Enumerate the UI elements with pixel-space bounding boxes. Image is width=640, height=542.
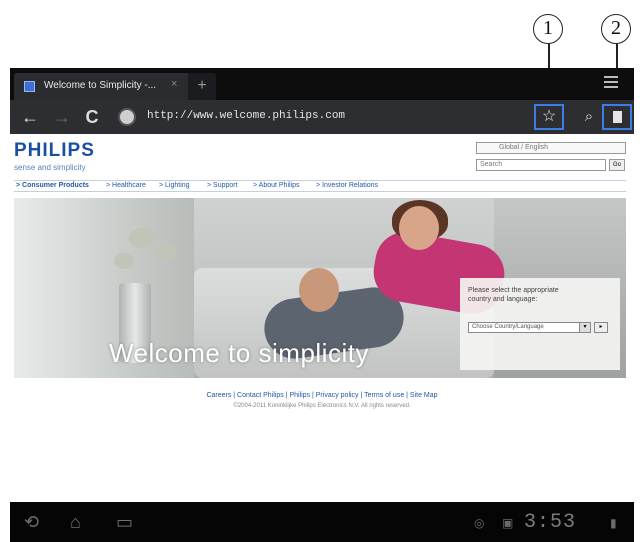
nav-support[interactable]: > Support bbox=[207, 182, 238, 189]
site-search-input[interactable]: Search bbox=[476, 159, 606, 171]
system-home-icon[interactable]: ⌂ bbox=[70, 512, 81, 533]
nav-about-philips[interactable]: > About Philips bbox=[253, 182, 300, 189]
site-globe-icon bbox=[118, 108, 136, 126]
nav-consumer-products[interactable]: > Consumer Products bbox=[16, 182, 89, 189]
site-nav: > Consumer Products > Healthcare > Light… bbox=[14, 180, 626, 192]
country-selector-panel: Please select the appropriate country an… bbox=[460, 278, 620, 370]
url-field[interactable]: http://www.welcome.philips.com bbox=[147, 110, 345, 122]
bookmark-star-button[interactable]: ☆ bbox=[534, 104, 564, 130]
country-prompt: Please select the appropriate country an… bbox=[468, 287, 559, 303]
favicon-icon bbox=[24, 81, 35, 92]
tab-title: Welcome to Simplicity -... bbox=[44, 80, 157, 91]
back-button[interactable]: ← bbox=[18, 105, 42, 129]
man-head bbox=[299, 268, 339, 312]
system-clock[interactable]: 3:53 bbox=[524, 511, 576, 534]
web-page: PHILIPS sense and simplicity Global / En… bbox=[10, 134, 634, 502]
bookmark-icon bbox=[612, 111, 622, 123]
forward-button[interactable]: → bbox=[50, 105, 74, 129]
woman-head bbox=[399, 206, 439, 250]
system-recent-apps-icon[interactable]: ▭ bbox=[116, 512, 133, 533]
nav-investor-relations[interactable]: > Investor Relations bbox=[316, 182, 378, 189]
bookmarks-button[interactable] bbox=[602, 104, 632, 130]
hero-banner: Welcome to simplicity Please select the … bbox=[14, 198, 626, 378]
tablet-screen: Welcome to Simplicity -... × + ← → C htt… bbox=[10, 68, 634, 542]
browser-tab[interactable]: Welcome to Simplicity -... × bbox=[14, 73, 190, 100]
tab-bar: Welcome to Simplicity -... × + bbox=[10, 68, 634, 100]
language-select[interactable]: Global / English bbox=[476, 142, 626, 154]
footer-copyright: ©2004-2011 Koninklijke Philips Electroni… bbox=[233, 403, 411, 409]
notification-icon[interactable]: ◎ bbox=[474, 516, 484, 530]
system-bar: ⟲ ⌂ ▭ ◎ ▣ 3:53 ▮ bbox=[10, 502, 634, 542]
screenshot-icon[interactable]: ▣ bbox=[502, 516, 513, 530]
site-search-go-button[interactable]: Go bbox=[609, 159, 625, 171]
plant-leaf bbox=[114, 253, 134, 269]
system-back-icon[interactable]: ⟲ bbox=[24, 512, 39, 533]
tagline: sense and simplicity bbox=[14, 163, 86, 172]
callout-2: 2 bbox=[601, 14, 631, 44]
country-go-button[interactable]: ▸ bbox=[594, 322, 608, 333]
hero-headline: Welcome to simplicity bbox=[109, 338, 369, 368]
search-button[interactable]: ⌕ bbox=[578, 105, 600, 129]
plant-leaf bbox=[154, 243, 176, 261]
philips-logo[interactable]: PHILIPS bbox=[14, 140, 95, 162]
menu-icon[interactable] bbox=[604, 76, 618, 90]
nav-healthcare[interactable]: > Healthcare bbox=[106, 182, 146, 189]
footer-links[interactable]: Careers | Contact Philips | Philips | Pr… bbox=[10, 392, 634, 399]
reload-button[interactable]: C bbox=[80, 105, 104, 129]
figure: 1 2 Welcome to Simplicity -... × + ← → C… bbox=[0, 0, 640, 542]
country-select[interactable]: Choose Country/Language bbox=[468, 322, 580, 333]
nav-lighting[interactable]: > Lighting bbox=[159, 182, 190, 189]
tab-close-icon[interactable]: × bbox=[171, 78, 177, 90]
chevron-down-icon[interactable]: ▾ bbox=[579, 322, 591, 333]
callout-1: 1 bbox=[533, 14, 563, 44]
new-tab-button[interactable]: + bbox=[188, 73, 216, 100]
plant-leaf bbox=[129, 228, 155, 248]
navigation-bar: ← → C http://www.welcome.philips.com ☆ ⌕ bbox=[10, 100, 634, 134]
wifi-signal-icon[interactable]: ▮ bbox=[610, 516, 617, 530]
